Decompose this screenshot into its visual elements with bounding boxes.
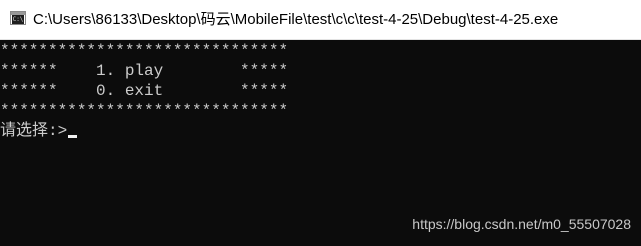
console-output[interactable]: ****************************** ****** 1.… xyxy=(0,41,641,246)
console-app-icon[interactable]: C:\ xyxy=(10,11,26,25)
input-prompt-line[interactable]: 请选择:> xyxy=(0,121,78,141)
menu-item-exit: ****** 0. exit ***** xyxy=(0,82,289,100)
menu-border-top: ****************************** xyxy=(0,42,289,60)
window-title: C:\Users\86133\Desktop\码云\MobileFile\tes… xyxy=(33,11,559,28)
menu-border-bottom: ****************************** xyxy=(0,102,289,120)
input-prompt: 请选择:> xyxy=(0,122,68,140)
watermark: https://blog.csdn.net/m0_55507028 xyxy=(412,216,631,232)
icon-screen: C:\ xyxy=(12,15,24,24)
console-window: C:\ C:\Users\86133\Desktop\码云\MobileFile… xyxy=(0,0,641,246)
menu-item-play: ****** 1. play ***** xyxy=(0,62,289,80)
title-bar[interactable]: C:\ C:\Users\86133\Desktop\码云\MobileFile… xyxy=(0,0,641,40)
text-cursor xyxy=(68,135,78,138)
